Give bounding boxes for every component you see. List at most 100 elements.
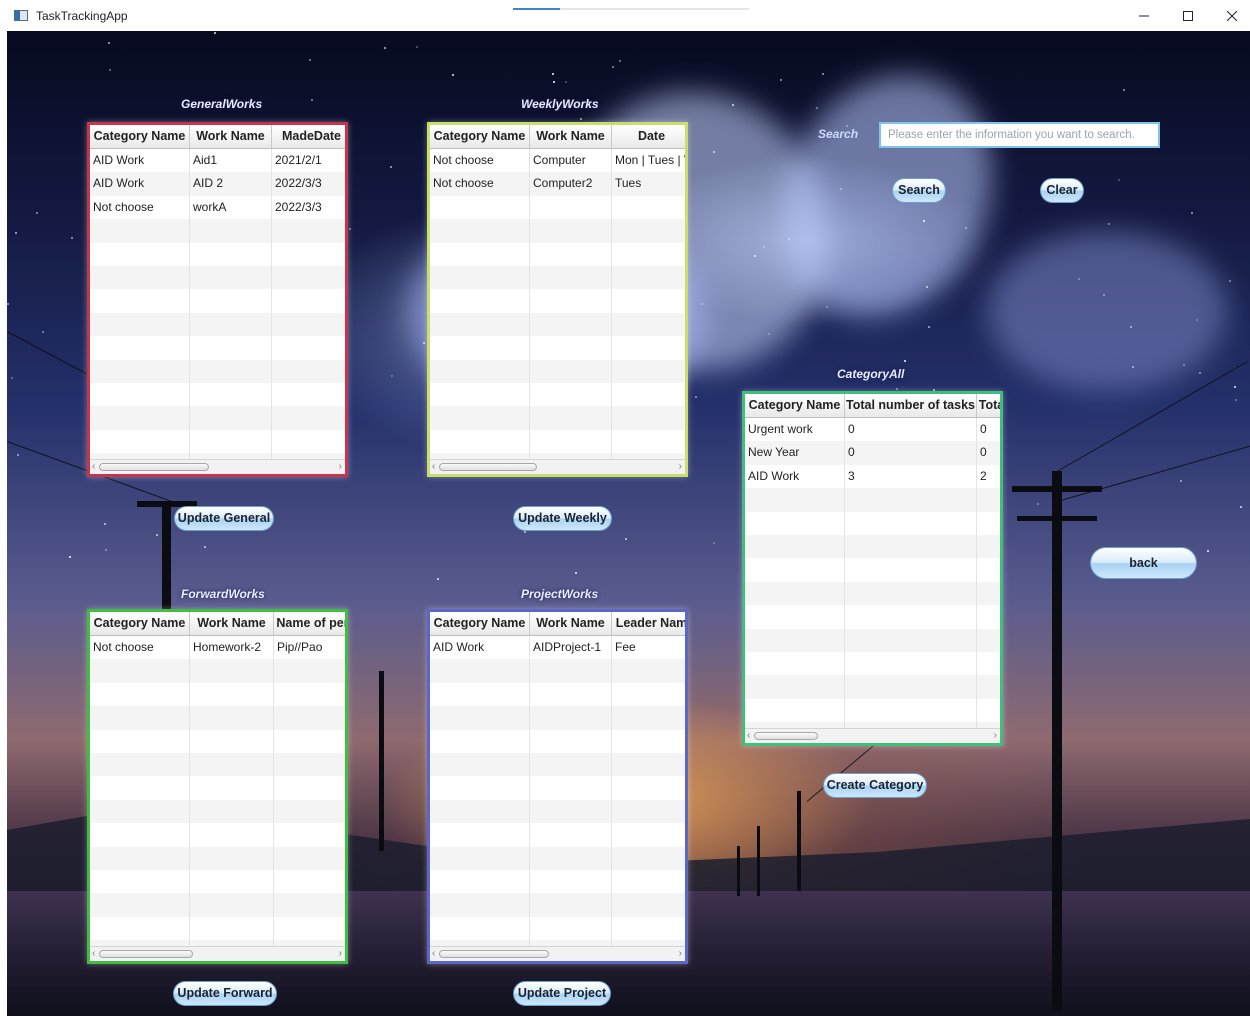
forward-works-table[interactable]: Category Name Work Name Name of per Not cho… — [87, 609, 348, 964]
scroll-left-icon[interactable]: ‹ — [747, 730, 750, 741]
close-button[interactable] — [1209, 0, 1250, 31]
table-row[interactable] — [90, 893, 345, 917]
project-works-table[interactable]: Category Name Work Name Leader Nam AID Work… — [427, 609, 688, 964]
column-header[interactable]: Category Name — [90, 125, 190, 148]
scroll-right-icon[interactable]: › — [339, 948, 342, 959]
minimize-button[interactable] — [1121, 0, 1167, 31]
table-row[interactable] — [90, 429, 345, 454]
column-header[interactable]: Category Name — [745, 394, 845, 417]
table-row[interactable] — [745, 698, 1000, 723]
scroll-right-icon[interactable]: › — [679, 461, 682, 472]
table-row[interactable] — [430, 359, 685, 383]
update-general-button[interactable]: Update General — [174, 506, 274, 531]
table-row[interactable] — [430, 799, 685, 824]
scroll-right-icon[interactable]: › — [994, 730, 997, 741]
scroll-right-icon[interactable]: › — [339, 461, 342, 472]
table-row[interactable] — [430, 429, 685, 454]
table-row[interactable] — [745, 534, 1000, 559]
table-row[interactable] — [90, 823, 345, 847]
scroll-thumb[interactable] — [439, 463, 537, 471]
table-row[interactable] — [90, 265, 345, 290]
table-row[interactable]: Not choose Computer Mon | Tues | V — [430, 149, 685, 173]
scroll-left-icon[interactable]: ‹ — [92, 948, 95, 959]
table-row[interactable]: AID Work AIDProject-1 Fee — [430, 636, 685, 660]
table-row[interactable] — [745, 675, 1000, 699]
horizontal-scrollbar[interactable]: ‹ › — [430, 459, 685, 474]
update-forward-button[interactable]: Update Forward — [173, 981, 277, 1006]
column-header[interactable]: Tota — [977, 394, 1000, 417]
scroll-left-icon[interactable]: ‹ — [432, 461, 435, 472]
table-row[interactable]: Not choose workA 2022/3/3 — [90, 195, 345, 220]
table-row[interactable] — [745, 558, 1000, 582]
table-row[interactable] — [90, 846, 345, 870]
column-header[interactable]: Category Name — [90, 612, 190, 635]
table-row[interactable] — [430, 729, 685, 753]
table-row[interactable] — [90, 659, 345, 683]
column-header[interactable]: Leader Nam — [612, 612, 685, 635]
table-row[interactable] — [90, 916, 345, 941]
table-row[interactable] — [745, 605, 1000, 629]
table-row[interactable] — [745, 488, 1000, 512]
table-row[interactable] — [745, 628, 1000, 652]
general-works-table[interactable]: Category Name Work Name MadeDate AID Work Ai… — [87, 122, 348, 477]
table-row[interactable]: AID Work Aid1 2021/2/1 — [90, 149, 345, 173]
table-row[interactable] — [430, 846, 685, 870]
table-row[interactable] — [90, 336, 345, 360]
search-button[interactable]: Search — [892, 178, 946, 203]
table-row[interactable] — [90, 289, 345, 313]
table-row[interactable] — [90, 799, 345, 824]
table-row[interactable]: Not choose Homework-2 Pip//Pao — [90, 636, 345, 660]
horizontal-scrollbar[interactable]: ‹ › — [90, 459, 345, 474]
horizontal-scrollbar[interactable]: ‹ › — [745, 728, 1000, 743]
table-row[interactable] — [430, 195, 685, 220]
clear-button[interactable]: Clear — [1040, 178, 1084, 203]
table-row[interactable] — [430, 752, 685, 777]
column-header[interactable]: Work Name — [530, 125, 612, 148]
table-row[interactable] — [430, 219, 685, 243]
table-row[interactable] — [90, 682, 345, 707]
table-row[interactable] — [430, 682, 685, 707]
table-row[interactable]: Urgent work 0 0 — [745, 418, 1000, 442]
maximize-button[interactable] — [1165, 0, 1211, 31]
table-row[interactable]: AID Work 3 2 — [745, 464, 1000, 489]
category-all-table[interactable]: Category Name Total number of tasks Tota Ur… — [742, 391, 1003, 746]
scroll-thumb[interactable] — [439, 950, 549, 958]
column-header[interactable]: Category Name — [430, 612, 530, 635]
column-header[interactable]: MadeDate — [272, 125, 345, 148]
table-row[interactable] — [430, 706, 685, 730]
horizontal-scrollbar[interactable]: ‹ › — [90, 946, 345, 961]
column-header[interactable]: Work Name — [190, 125, 272, 148]
table-row[interactable] — [430, 242, 685, 266]
table-row[interactable] — [90, 706, 345, 730]
table-row[interactable] — [90, 242, 345, 266]
table-row[interactable] — [90, 219, 345, 243]
table-row[interactable] — [745, 581, 1000, 606]
table-row[interactable] — [745, 651, 1000, 676]
column-header[interactable]: Date — [612, 125, 685, 148]
update-weekly-button[interactable]: Update Weekly — [513, 506, 612, 531]
column-header[interactable]: Category Name — [430, 125, 530, 148]
table-row[interactable]: Not choose Computer2 Tues — [430, 172, 685, 196]
table-row[interactable] — [90, 776, 345, 800]
table-row[interactable] — [430, 916, 685, 941]
column-header[interactable]: Work Name — [190, 612, 274, 635]
table-row[interactable] — [90, 312, 345, 337]
scroll-thumb[interactable] — [754, 732, 818, 740]
update-project-button[interactable]: Update Project — [513, 981, 611, 1006]
table-row[interactable] — [90, 359, 345, 383]
column-header[interactable]: Name of per — [274, 612, 345, 635]
table-row[interactable] — [90, 869, 345, 894]
create-category-button[interactable]: Create Category — [823, 773, 927, 798]
table-row[interactable] — [745, 511, 1000, 535]
table-row[interactable] — [430, 659, 685, 683]
table-row[interactable] — [430, 869, 685, 894]
back-button[interactable]: back — [1090, 547, 1197, 579]
table-row[interactable]: New Year 0 0 — [745, 441, 1000, 465]
table-row[interactable] — [430, 406, 685, 430]
table-row[interactable] — [430, 289, 685, 313]
column-header[interactable]: Work Name — [530, 612, 612, 635]
scroll-left-icon[interactable]: ‹ — [92, 461, 95, 472]
scroll-right-icon[interactable]: › — [679, 948, 682, 959]
scroll-thumb[interactable] — [99, 463, 209, 471]
horizontal-scrollbar[interactable]: ‹ › — [430, 946, 685, 961]
